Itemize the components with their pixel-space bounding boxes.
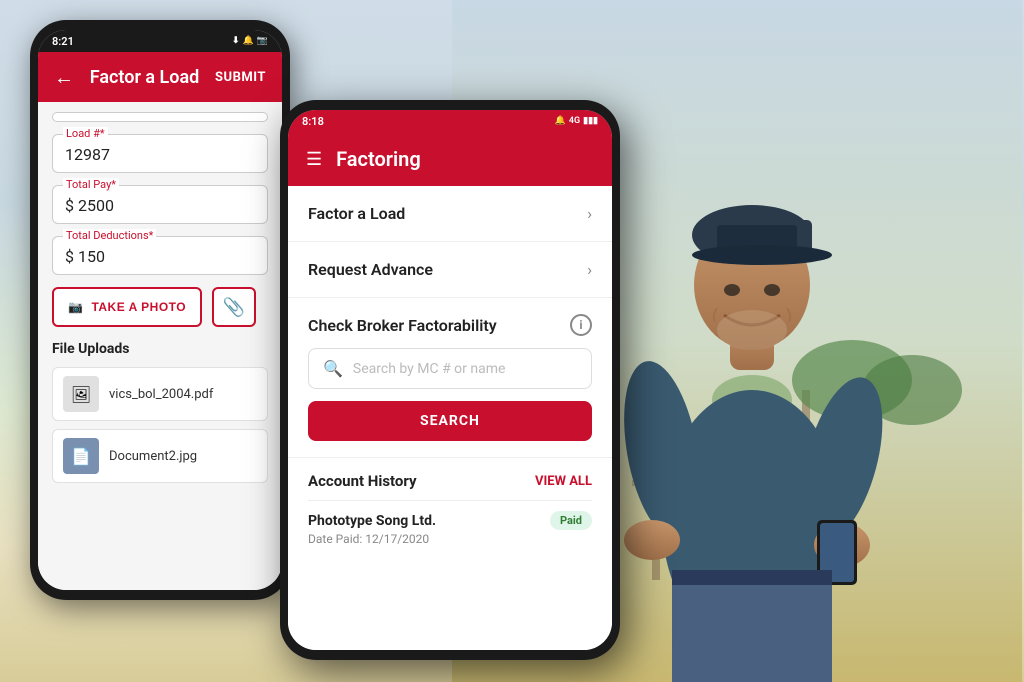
request-advance-chevron-icon: ›: [587, 260, 592, 279]
back-phone-status-bar: 8:21 ⬇ 🔔 📷: [38, 30, 282, 52]
attach-button[interactable]: 📎: [212, 287, 256, 327]
total-deductions-label: Total Deductions*: [63, 229, 156, 242]
file-thumb-1: 🖼: [63, 376, 99, 412]
broker-title-row: Check Broker Factorability i: [308, 314, 592, 336]
partial-field: [52, 112, 268, 122]
account-history-title: Account History: [308, 472, 417, 490]
submit-button[interactable]: SUBMIT: [215, 70, 266, 85]
history-item-1[interactable]: Phototype Song Ltd. Paid Date Paid: 12/1…: [308, 500, 592, 556]
hamburger-menu-icon[interactable]: ☰: [306, 149, 322, 170]
view-all-button[interactable]: VIEW ALL: [535, 474, 592, 489]
back-phone: 8:21 ⬇ 🔔 📷 ← Factor a Load SUBMIT Load #…: [30, 20, 290, 600]
factor-load-chevron-icon: ›: [587, 204, 592, 223]
total-pay-value: $ 2500: [65, 196, 255, 215]
total-pay-field[interactable]: Total Pay* $ 2500: [52, 185, 268, 224]
back-phone-time: 8:21: [52, 35, 74, 48]
file-item-2[interactable]: 📄 Document2.jpg: [52, 429, 268, 483]
broker-search-placeholder: Search by MC # or name: [353, 361, 506, 377]
paperclip-icon: 📎: [223, 297, 245, 318]
load-number-value: 12987: [65, 145, 255, 164]
camera-icon: 📷: [68, 300, 83, 314]
front-phone-status-bar: 8:18 🔔 4G ▮▮▮: [288, 110, 612, 132]
search-icon: 🔍: [323, 359, 343, 378]
broker-section: Check Broker Factorability i 🔍 Search by…: [288, 298, 612, 458]
factor-load-menu-item[interactable]: Factor a Load ›: [288, 186, 612, 242]
load-number-label: Load #*: [63, 127, 108, 140]
history-company-1: Phototype Song Ltd.: [308, 513, 436, 529]
total-pay-label: Total Pay*: [63, 178, 119, 191]
paid-badge-1: Paid: [550, 511, 592, 530]
front-phone-screen: 8:18 🔔 4G ▮▮▮ ☰ Factoring Factor a Load …: [288, 110, 612, 650]
back-phone-screen: 8:21 ⬇ 🔔 📷 ← Factor a Load SUBMIT Load #…: [38, 30, 282, 590]
factoring-header: ☰ Factoring: [288, 132, 612, 186]
back-phone-header: ← Factor a Load SUBMIT: [38, 52, 282, 102]
back-phone-status-icons: ⬇ 🔔 📷: [232, 36, 268, 46]
front-phone: 8:18 🔔 4G ▮▮▮ ☰ Factoring Factor a Load …: [280, 100, 620, 660]
history-date-1: Date Paid: 12/17/2020: [308, 532, 592, 546]
back-phone-content: Load #* 12987 Total Pay* $ 2500 Total De…: [38, 102, 282, 590]
factoring-title: Factoring: [336, 147, 421, 171]
factor-load-label: Factor a Load: [308, 204, 405, 223]
file-name-1: vics_bol_2004.pdf: [109, 387, 213, 402]
file-uploads-title: File Uploads: [52, 341, 268, 357]
total-deductions-field[interactable]: Total Deductions* $ 150: [52, 236, 268, 275]
take-photo-button[interactable]: 📷 TAKE A PHOTO: [52, 287, 202, 327]
history-header: Account History VIEW ALL: [308, 472, 592, 490]
history-item-1-row: Phototype Song Ltd. Paid: [308, 511, 592, 530]
back-phone-title: Factor a Load: [90, 67, 199, 88]
file-item-1[interactable]: 🖼 vics_bol_2004.pdf: [52, 367, 268, 421]
action-buttons-row: 📷 TAKE A PHOTO 📎: [52, 287, 268, 327]
front-phone-time: 8:18: [302, 115, 324, 128]
search-button[interactable]: SEARCH: [308, 401, 592, 441]
take-photo-label: TAKE A PHOTO: [91, 300, 186, 314]
total-deductions-value: $ 150: [65, 247, 255, 266]
request-advance-label: Request Advance: [308, 260, 433, 279]
load-number-field[interactable]: Load #* 12987: [52, 134, 268, 173]
file-name-2: Document2.jpg: [109, 449, 197, 464]
file-thumb-2: 📄: [63, 438, 99, 474]
front-phone-status-icons: 🔔 4G ▮▮▮: [555, 116, 598, 126]
broker-search-box[interactable]: 🔍 Search by MC # or name: [308, 348, 592, 389]
factoring-content: Factor a Load › Request Advance › Check …: [288, 186, 612, 650]
broker-title: Check Broker Factorability: [308, 316, 497, 335]
request-advance-menu-item[interactable]: Request Advance ›: [288, 242, 612, 298]
info-icon[interactable]: i: [570, 314, 592, 336]
account-history-section: Account History VIEW ALL Phototype Song …: [288, 458, 612, 556]
back-button[interactable]: ←: [54, 65, 74, 90]
